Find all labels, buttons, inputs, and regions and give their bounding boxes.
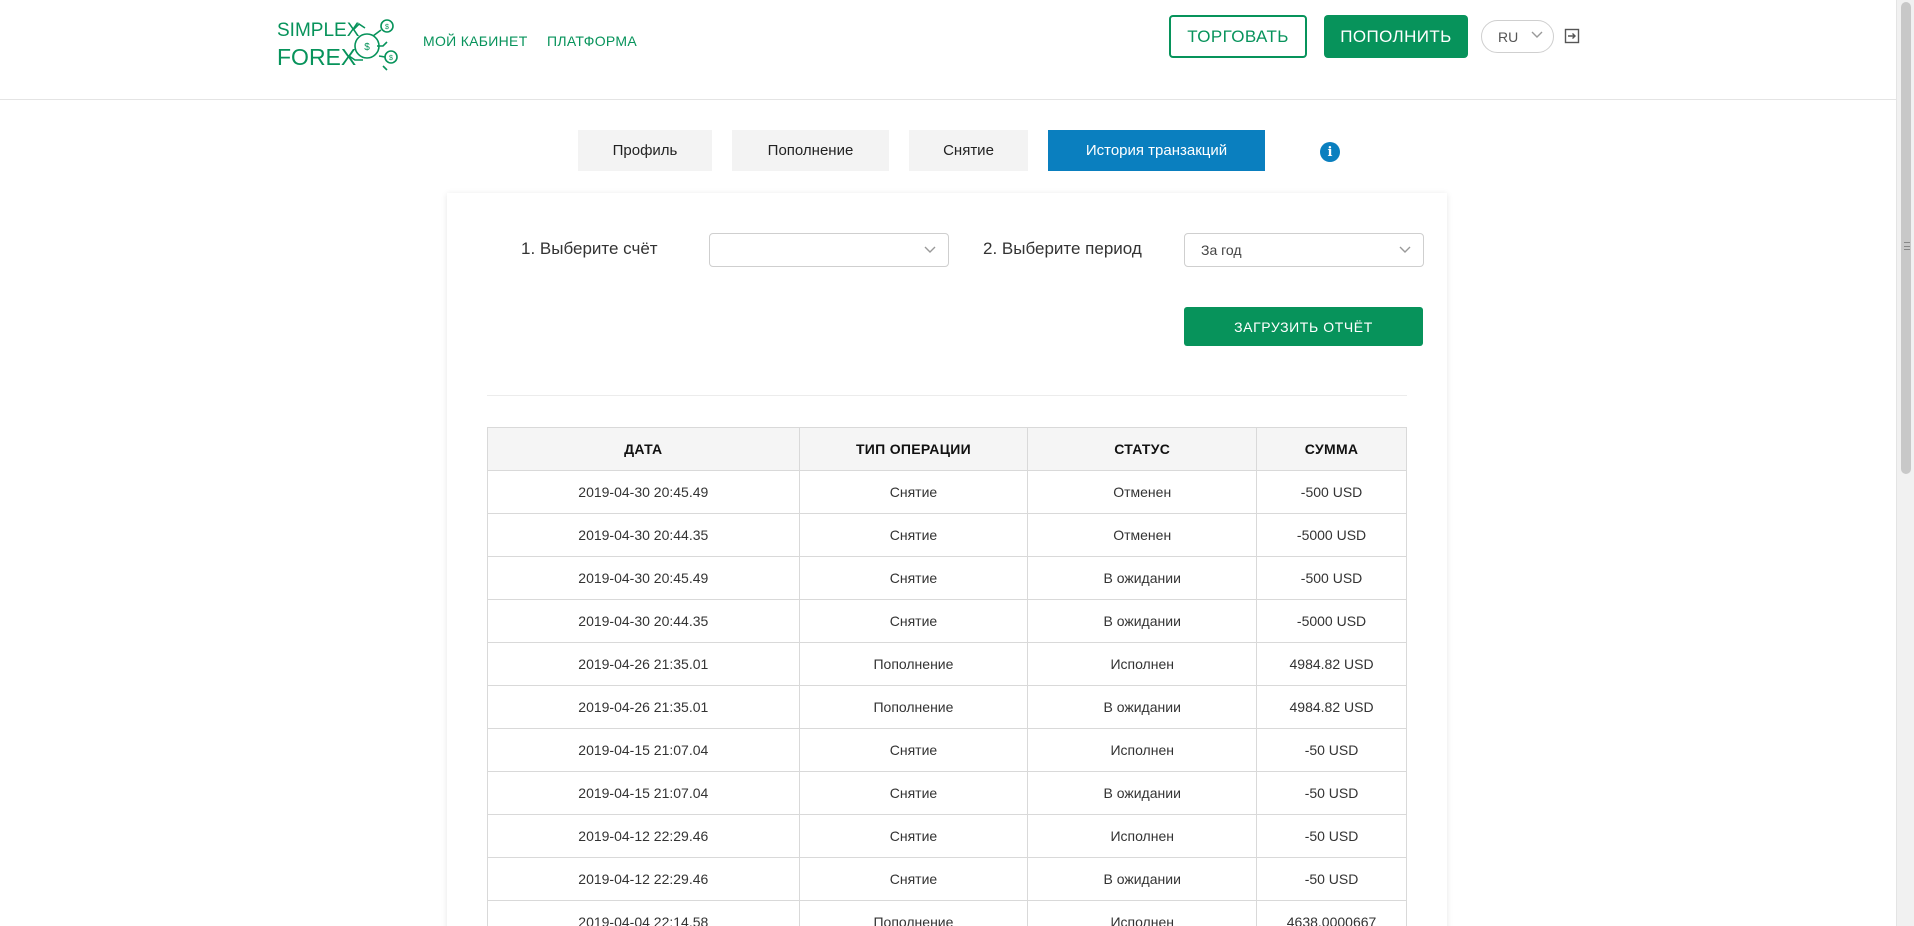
chevron-down-icon [1399,246,1411,253]
cell-amount: -50 USD [1256,857,1407,901]
cell-operation-type: Пополнение [798,642,1029,686]
logout-icon[interactable] [1564,28,1580,44]
tab-profile[interactable]: Профиль [578,130,712,171]
chevron-down-icon [924,246,936,253]
cell-date: 2019-04-12 22:29.46 [487,814,800,858]
scrollbar-thumb[interactable] [1901,2,1911,474]
table-row: 2019-04-26 21:35.01 Пополнение Исполнен 498… [487,642,1407,686]
cell-status: Отменен [1027,470,1258,514]
column-header-date: ДАТА [487,427,800,471]
column-header-type: ТИП ОПЕРАЦИИ [798,427,1029,471]
cell-operation-type: Пополнение [798,685,1029,729]
table-row: 2019-04-26 21:35.01 Пополнение В ожидании 4… [487,685,1407,729]
cell-amount: -50 USD [1256,771,1407,815]
account-label: 1. Выберите счёт [521,239,658,258]
cell-amount: -5000 USD [1256,513,1407,557]
table-row: 2019-04-15 21:07.04 Снятие Исполнен -50 USD [487,728,1407,772]
cell-operation-type: Снятие [798,857,1029,901]
cell-date: 2019-04-30 20:44.35 [487,513,800,557]
column-header-amount: СУММА [1256,427,1407,471]
period-select-value: За год [1201,242,1242,258]
cell-date: 2019-04-26 21:35.01 [487,642,800,686]
table-row: 2019-04-30 20:44.35 Снятие В ожидании -5000… [487,599,1407,643]
cell-date: 2019-04-26 21:35.01 [487,685,800,729]
cell-amount: 4984.82 USD [1256,642,1407,686]
table-row: 2019-04-30 20:45.49 Снятие Отменен -500 USD [487,470,1407,514]
period-label: 2. Выберите период [983,239,1142,258]
load-report-button[interactable]: ЗАГРУЗИТЬ ОТЧЁТ [1184,307,1423,346]
top-header: SIMPLEX FOREX $ $ $ МОЙ КАБИНЕТ ПЛАТФОРМ… [0,0,1896,100]
cell-amount: -5000 USD [1256,599,1407,643]
cell-operation-type: Снятие [798,814,1029,858]
period-select[interactable]: За год [1184,233,1424,267]
table-row: 2019-04-30 20:44.35 Снятие Отменен -5000 US… [487,513,1407,557]
cell-operation-type: Снятие [798,599,1029,643]
svg-text:$: $ [389,55,393,62]
cell-operation-type: Снятие [798,556,1029,600]
table-row: 2019-04-12 22:29.46 Снятие Исполнен -50 USD [487,814,1407,858]
table-row: 2019-04-12 22:29.46 Снятие В ожидании -50 U… [487,857,1407,901]
cell-amount: -50 USD [1256,814,1407,858]
chevron-down-icon [1531,31,1543,38]
cell-date: 2019-04-04 22:14.58 [487,900,800,926]
column-header-status: СТАТУС [1027,427,1258,471]
cell-status: В ожидании [1027,556,1258,600]
cell-status: Исполнен [1027,642,1258,686]
page-scrollbar[interactable] [1896,0,1914,926]
logo[interactable]: SIMPLEX FOREX $ $ $ [277,16,405,72]
info-icon[interactable]: i [1320,142,1340,162]
cell-operation-type: Снятие [798,771,1029,815]
cell-amount: -500 USD [1256,470,1407,514]
tab-transaction-history[interactable]: История транзакций [1048,130,1265,171]
cell-amount: -500 USD [1256,556,1407,600]
deposit-button[interactable]: ПОПОЛНИТЬ [1324,15,1468,58]
nav-my-cabinet[interactable]: МОЙ КАБИНЕТ [423,33,528,49]
cell-status: В ожидании [1027,685,1258,729]
table-row: 2019-04-15 21:07.04 Снятие В ожидании -50 U… [487,771,1407,815]
cell-operation-type: Пополнение [798,900,1029,926]
cell-operation-type: Снятие [798,513,1029,557]
cell-operation-type: Снятие [798,470,1029,514]
tab-withdrawal[interactable]: Снятие [909,130,1028,171]
cell-date: 2019-04-15 21:07.04 [487,728,800,772]
account-select[interactable] [709,233,949,267]
cell-date: 2019-04-30 20:44.35 [487,599,800,643]
cell-operation-type: Снятие [798,728,1029,772]
cell-status: Исполнен [1027,728,1258,772]
cell-date: 2019-04-30 20:45.49 [487,556,800,600]
cell-status: Отменен [1027,513,1258,557]
nav-platform[interactable]: ПЛАТФОРМА [547,33,637,49]
cell-date: 2019-04-12 22:29.46 [487,857,800,901]
cell-amount: 4984.82 USD [1256,685,1407,729]
cell-status: В ожидании [1027,857,1258,901]
svg-text:$: $ [364,42,370,53]
logo-coins-icon: $ $ $ [348,19,398,71]
transaction-history-card: 1. Выберите счёт 2. Выберите период За г… [447,193,1447,926]
scrollbar-grip-icon [1904,242,1910,250]
cell-amount: -50 USD [1256,728,1407,772]
table-header-row: ДАТА ТИП ОПЕРАЦИИ СТАТУС СУММА [487,427,1407,471]
language-select[interactable]: RU [1481,20,1554,53]
table-body: 2019-04-30 20:45.49 Снятие Отменен -500 USD… [487,470,1407,926]
cell-date: 2019-04-30 20:45.49 [487,470,800,514]
trade-button[interactable]: ТОРГОВАТЬ [1169,15,1307,58]
cell-status: Исполнен [1027,900,1258,926]
cell-status: В ожидании [1027,771,1258,815]
table-row: 2019-04-04 22:14.58 Пополнение Исполнен 463… [487,900,1407,926]
tab-deposit[interactable]: Пополнение [732,130,889,171]
cell-date: 2019-04-15 21:07.04 [487,771,800,815]
cell-status: Исполнен [1027,814,1258,858]
svg-text:$: $ [385,24,389,31]
divider [487,395,1407,396]
language-value: RU [1498,28,1519,45]
transactions-table: ДАТА ТИП ОПЕРАЦИИ СТАТУС СУММА 2019-04-3… [487,427,1407,926]
cell-amount: 4638.0000667 [1256,900,1407,926]
table-row: 2019-04-30 20:45.49 Снятие В ожидании -500 … [487,556,1407,600]
cell-status: В ожидании [1027,599,1258,643]
